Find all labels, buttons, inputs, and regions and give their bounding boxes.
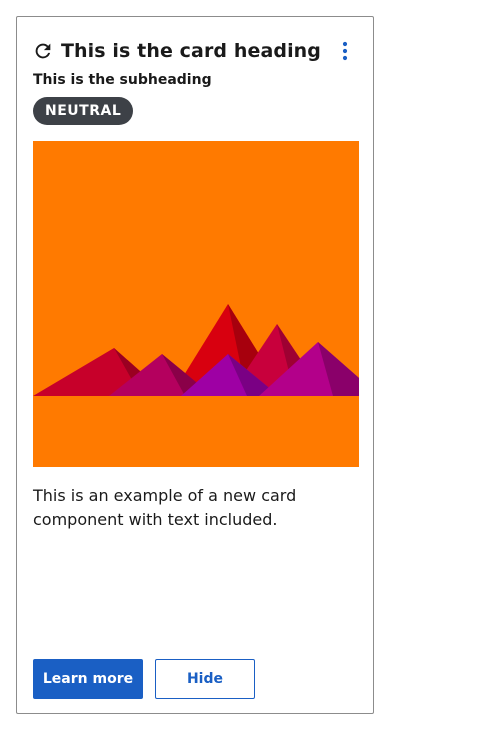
learn-more-button[interactable]: Learn more [33,659,143,699]
hide-button[interactable]: Hide [155,659,255,699]
refresh-icon [35,43,51,59]
status-badge: NEUTRAL [33,97,134,125]
image-ground [33,396,359,467]
card-body-text: This is an example of a new card compone… [33,486,297,529]
card-image [33,141,359,467]
card-subheading: This is the subheading [33,72,212,88]
kebab-menu-button[interactable] [335,39,355,63]
refresh-button[interactable] [31,39,55,63]
card-heading: This is the card heading [61,40,322,62]
kebab-menu-icon [342,41,348,61]
card: This is the card heading This is the sub… [16,16,374,714]
card-header: This is the card heading [33,37,359,65]
